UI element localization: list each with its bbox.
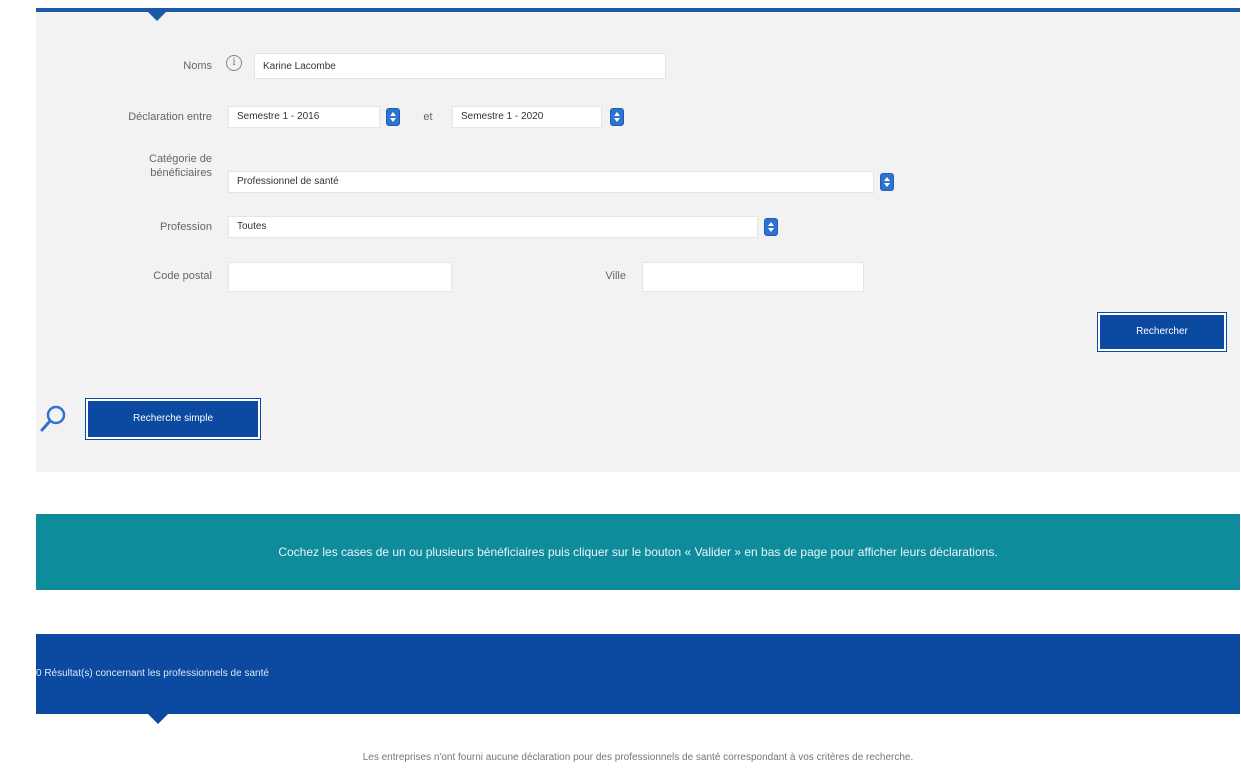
declaration-label: Déclaration entre: [128, 111, 212, 123]
search-button[interactable]: Rechercher: [1097, 312, 1227, 352]
ville-input[interactable]: [642, 262, 864, 292]
simple-search-button[interactable]: Recherche simple: [85, 398, 261, 440]
profession-label: Profession: [160, 221, 212, 233]
categorie-label: Catégorie de bénéficiaires: [90, 152, 212, 180]
declaration-from-dropdown-icon[interactable]: [386, 108, 400, 126]
code-postal-label: Code postal: [153, 270, 212, 282]
declaration-separator: et: [423, 111, 433, 123]
declaration-to-select[interactable]: Semestre 1 - 2020: [452, 106, 602, 128]
profession-dropdown-icon[interactable]: [764, 218, 778, 236]
nom-input[interactable]: [254, 53, 666, 79]
ville-label: Ville: [605, 270, 626, 282]
code-postal-input[interactable]: [228, 262, 452, 292]
declaration-to-dropdown-icon[interactable]: [610, 108, 624, 126]
categorie-label-line2: bénéficiaires: [150, 167, 212, 179]
info-icon[interactable]: i: [226, 55, 242, 71]
declaration-from-select[interactable]: Semestre 1 - 2016: [228, 106, 380, 128]
no-results-message: Les entreprises n'ont fourni aucune décl…: [362, 752, 914, 763]
instruction-banner: Cochez les cases de un ou plusieurs béné…: [36, 514, 1240, 590]
instruction-text: Cochez les cases de un ou plusieurs béné…: [278, 545, 998, 559]
top-pointer-arrow: [148, 12, 166, 21]
profession-select[interactable]: Toutes: [228, 216, 758, 238]
results-header-bar: 0 Résultat(s) concernant les professionn…: [36, 634, 1240, 714]
top-divider: [36, 8, 1240, 12]
categorie-label-line1: Catégorie de: [149, 153, 212, 165]
results-count-text: 0 Résultat(s) concernant les professionn…: [36, 668, 269, 679]
categorie-select[interactable]: Professionnel de santé: [228, 171, 874, 193]
search-icon: [40, 405, 66, 432]
results-pointer-arrow: [148, 714, 168, 724]
nom-label: Noms: [183, 60, 212, 72]
categorie-dropdown-icon[interactable]: [880, 173, 894, 191]
